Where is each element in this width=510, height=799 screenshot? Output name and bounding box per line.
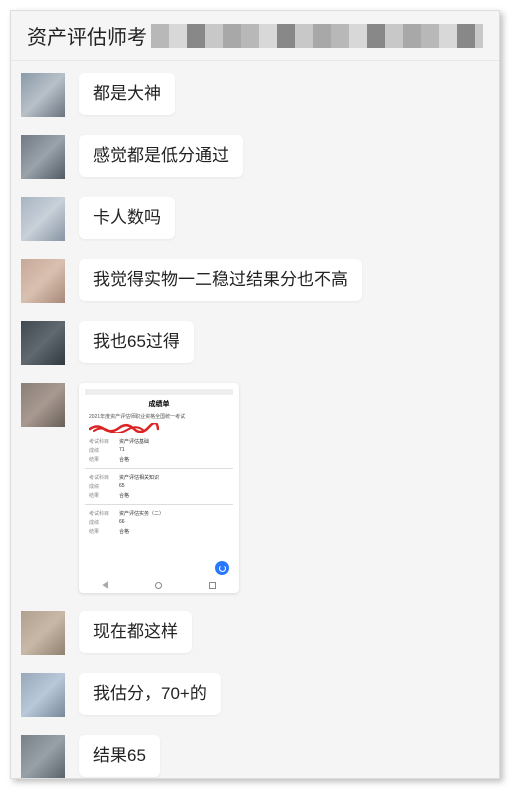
- nav-recent-icon: [209, 582, 216, 589]
- message-item: 结果65: [21, 735, 489, 778]
- score-row: 考试科目资产评估相关知识: [89, 474, 229, 481]
- avatar[interactable]: [21, 197, 65, 241]
- score-row: 考试科目资产评估基础: [89, 438, 229, 445]
- message-item: 卡人数吗: [21, 197, 489, 241]
- chat-window: 资产评估师考 都是大神 感觉都是低分通过 卡人数吗 我觉得实物一二稳过结果分也不…: [10, 10, 500, 779]
- redaction-scribble-icon: [89, 423, 159, 433]
- message-item: 我觉得实物一二稳过结果分也不高: [21, 259, 489, 303]
- score-row: 考试科目资产评估实务（二）: [89, 510, 229, 517]
- message-item: 成绩单 2021年度资产评估师职业资格全国统一考试 考试科目资产评估基础 成绩7…: [21, 383, 489, 593]
- avatar[interactable]: [21, 135, 65, 179]
- message-bubble[interactable]: 我估分，70+的: [79, 673, 221, 715]
- header-censored-area: [151, 24, 483, 48]
- score-row: 结果合格: [89, 492, 229, 499]
- phone-nav-bar: [79, 580, 239, 590]
- message-bubble[interactable]: 都是大神: [79, 73, 175, 115]
- nav-back-icon: [102, 581, 108, 589]
- chat-title: 资产评估师考: [27, 21, 147, 50]
- avatar[interactable]: [21, 735, 65, 778]
- nav-home-icon: [155, 582, 162, 589]
- score-card-title: 成绩单: [85, 399, 233, 409]
- message-item: 我估分，70+的: [21, 673, 489, 717]
- avatar[interactable]: [21, 383, 65, 427]
- message-item: 我也65过得: [21, 321, 489, 365]
- message-item: 感觉都是低分通过: [21, 135, 489, 179]
- score-row: 成绩66: [89, 519, 229, 526]
- score-row: 成绩65: [89, 483, 229, 490]
- message-bubble[interactable]: 感觉都是低分通过: [79, 135, 243, 177]
- score-row: 结果合格: [89, 528, 229, 535]
- score-card-heading: 2021年度资产评估师职业资格全国统一考试: [89, 414, 229, 420]
- divider: [85, 468, 233, 469]
- message-image-attachment[interactable]: 成绩单 2021年度资产评估师职业资格全国统一考试 考试科目资产评估基础 成绩7…: [79, 383, 239, 593]
- message-item: 都是大神: [21, 73, 489, 117]
- message-bubble[interactable]: 我觉得实物一二稳过结果分也不高: [79, 259, 362, 301]
- divider: [85, 504, 233, 505]
- phone-statusbar-icon: [85, 389, 233, 395]
- avatar[interactable]: [21, 611, 65, 655]
- message-bubble[interactable]: 我也65过得: [79, 321, 194, 363]
- avatar[interactable]: [21, 73, 65, 117]
- avatar[interactable]: [21, 259, 65, 303]
- avatar[interactable]: [21, 673, 65, 717]
- score-row: 成绩71: [89, 447, 229, 454]
- message-bubble[interactable]: 卡人数吗: [79, 197, 175, 239]
- message-list[interactable]: 都是大神 感觉都是低分通过 卡人数吗 我觉得实物一二稳过结果分也不高 我也65过…: [11, 61, 499, 778]
- avatar[interactable]: [21, 321, 65, 365]
- message-bubble[interactable]: 结果65: [79, 735, 160, 777]
- floating-action-icon: [215, 561, 229, 575]
- message-bubble[interactable]: 现在都这样: [79, 611, 192, 653]
- message-item: 现在都这样: [21, 611, 489, 655]
- chat-header: 资产评估师考: [11, 11, 499, 61]
- score-row: 结果合格: [89, 456, 229, 463]
